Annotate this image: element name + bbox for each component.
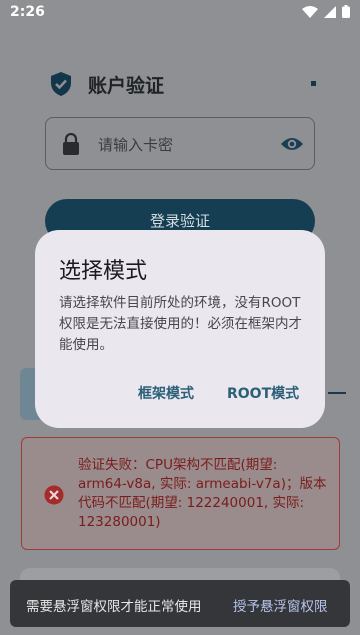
tab-underline <box>328 392 346 394</box>
shield-check-icon <box>51 72 71 96</box>
status-icons <box>302 5 350 18</box>
status-bar: 2:26 <box>0 0 360 26</box>
battery-icon <box>342 5 350 18</box>
password-input[interactable] <box>45 117 315 170</box>
error-message: 验证失败：CPU架构不匹配(期望: arm64-v8a, 实际: armeabi… <box>78 457 327 530</box>
status-time: 2:26 <box>10 4 45 20</box>
dialog-body: 请选择软件目前所处的环境，没有ROOT权限是无法直接使用的！必须在框架内才能使用… <box>59 295 302 353</box>
login-button-label: 登录验证 <box>149 212 210 230</box>
frame-mode-button[interactable]: 框架模式 <box>138 383 194 403</box>
lock-icon <box>63 133 79 155</box>
error-icon <box>44 485 64 505</box>
root-mode-button[interactable]: ROOT模式 <box>227 383 299 403</box>
wifi-icon <box>302 5 318 18</box>
page-title: 账户验证 <box>88 75 165 97</box>
header-dot <box>311 81 316 86</box>
eye-icon[interactable] <box>280 134 304 154</box>
password-placeholder: 请输入卡密 <box>98 136 174 154</box>
grant-overlay-permission-button[interactable]: 授予悬浮窗权限 <box>233 595 328 615</box>
dialog-title: 选择模式 <box>59 259 148 284</box>
signal-icon <box>324 5 336 18</box>
snackbar-message: 需要悬浮窗权限才能正常使用 <box>26 599 202 615</box>
